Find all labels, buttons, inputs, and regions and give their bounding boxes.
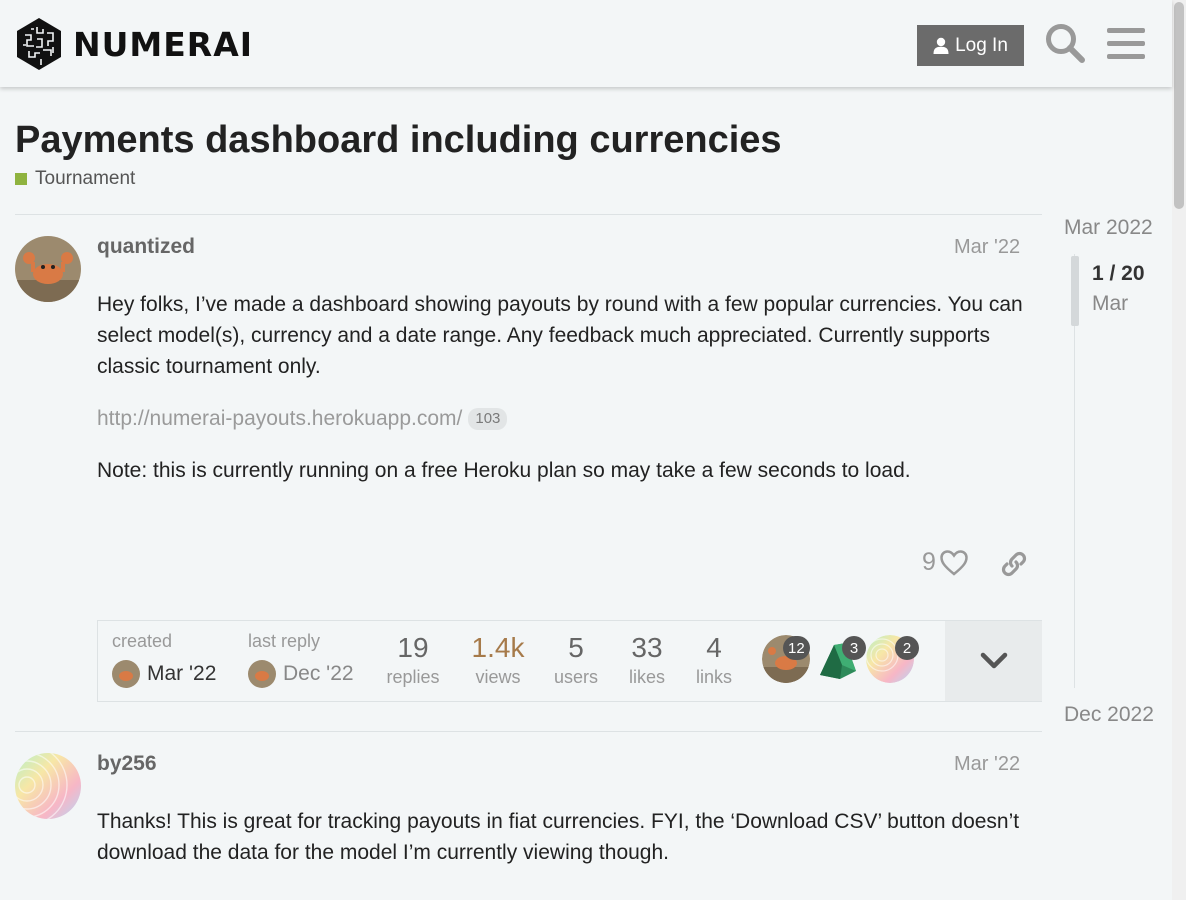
stat-label: users [553,667,598,687]
avatar[interactable] [15,753,81,819]
topic-title[interactable]: Payments dashboard including currencies [15,119,782,162]
last-reply-label: last reply [248,631,321,651]
category-link[interactable]: Tournament [15,168,135,190]
created-label: created [112,631,173,651]
stat-label: likes [628,667,665,687]
replies-stat: 19 replies [383,633,443,688]
timeline-end-date[interactable]: Dec 2022 [1064,703,1154,727]
crab-avatar-icon [15,236,81,302]
timeline-position: 1 / 20 [1092,262,1145,285]
stat-value: 4 [706,632,722,663]
stat-value: 33 [631,632,663,663]
post-divider [15,731,1042,732]
stat-value: 5 [568,632,584,663]
created-date-text: Mar '22 [147,662,217,685]
post-link-line: http://numerai-payouts.herokuapp.com/ 10… [97,403,1032,434]
user-icon [933,37,949,54]
link-icon[interactable] [1000,550,1028,578]
stat-label: views [475,667,521,687]
stat-value: 19 [397,632,429,663]
post-username[interactable]: quantized [97,235,195,259]
heart-icon[interactable] [940,549,968,576]
category-name: Tournament [35,168,136,189]
post-date[interactable]: Mar '22 [954,236,1020,259]
post-content: Hey folks, I’ve made a dashboard showing… [97,289,1032,507]
post-date[interactable]: Mar '22 [954,753,1020,776]
post-divider [15,214,1042,215]
numerai-logo-icon [17,18,61,70]
likes-stat: 33 likes [622,633,672,688]
avatar[interactable] [15,236,81,302]
category-color-badge [15,173,27,185]
expand-topic-map-button[interactable] [945,621,1042,701]
timeline-position-date: Mar [1092,292,1129,315]
logo-text: NUMERAI [73,24,254,64]
login-button[interactable]: Log In [917,25,1024,66]
chevron-down-icon [980,652,1007,669]
hamburger-menu-icon[interactable] [1107,26,1145,60]
page-scrollbar[interactable] [1172,0,1186,900]
stat-value: 1.4k [471,632,525,663]
topic-map: created Mar '22 last reply Dec '22 19 re… [97,620,1042,702]
post-paragraph: Hey folks, I’ve made a dashboard showing… [97,293,1023,378]
scrollbar-thumb[interactable] [1174,2,1184,209]
timeline-scroll-handle[interactable] [1071,256,1079,326]
rainbow-avatar-icon [15,753,81,819]
search-icon[interactable] [1044,22,1086,64]
like-count[interactable]: 9 [922,548,936,577]
site-logo[interactable]: NUMERAI [15,17,253,71]
stat-label: replies [386,667,440,687]
site-header: NUMERAI Log In [0,0,1172,87]
participant-post-count: 12 [783,636,810,660]
stat-label: links [695,667,732,687]
users-stat: 5 users [549,633,603,688]
created-date[interactable]: Mar '22 [112,660,216,688]
participant-post-count: 2 [895,636,919,660]
avatar [248,660,276,688]
timeline-start-date[interactable]: Mar 2022 [1064,216,1153,240]
post-username[interactable]: by256 [97,752,157,776]
like-control[interactable]: 9 [922,548,968,577]
last-reply-date[interactable]: Dec '22 [248,660,354,688]
post-content: Thanks! This is great for tracking payou… [97,806,1032,889]
link-click-count: 103 [468,407,508,430]
last-reply-date-text: Dec '22 [283,662,354,685]
post-paragraph: Thanks! This is great for tracking payou… [97,810,1020,864]
login-label: Log In [955,34,1008,56]
views-stat: 1.4k views [463,633,533,688]
dashboard-link[interactable]: http://numerai-payouts.herokuapp.com/ [97,403,462,434]
participant-post-count: 3 [842,636,866,660]
links-stat: 4 links [691,633,737,688]
avatar [112,660,140,688]
post-paragraph: Note: this is currently running on a fre… [97,459,911,482]
